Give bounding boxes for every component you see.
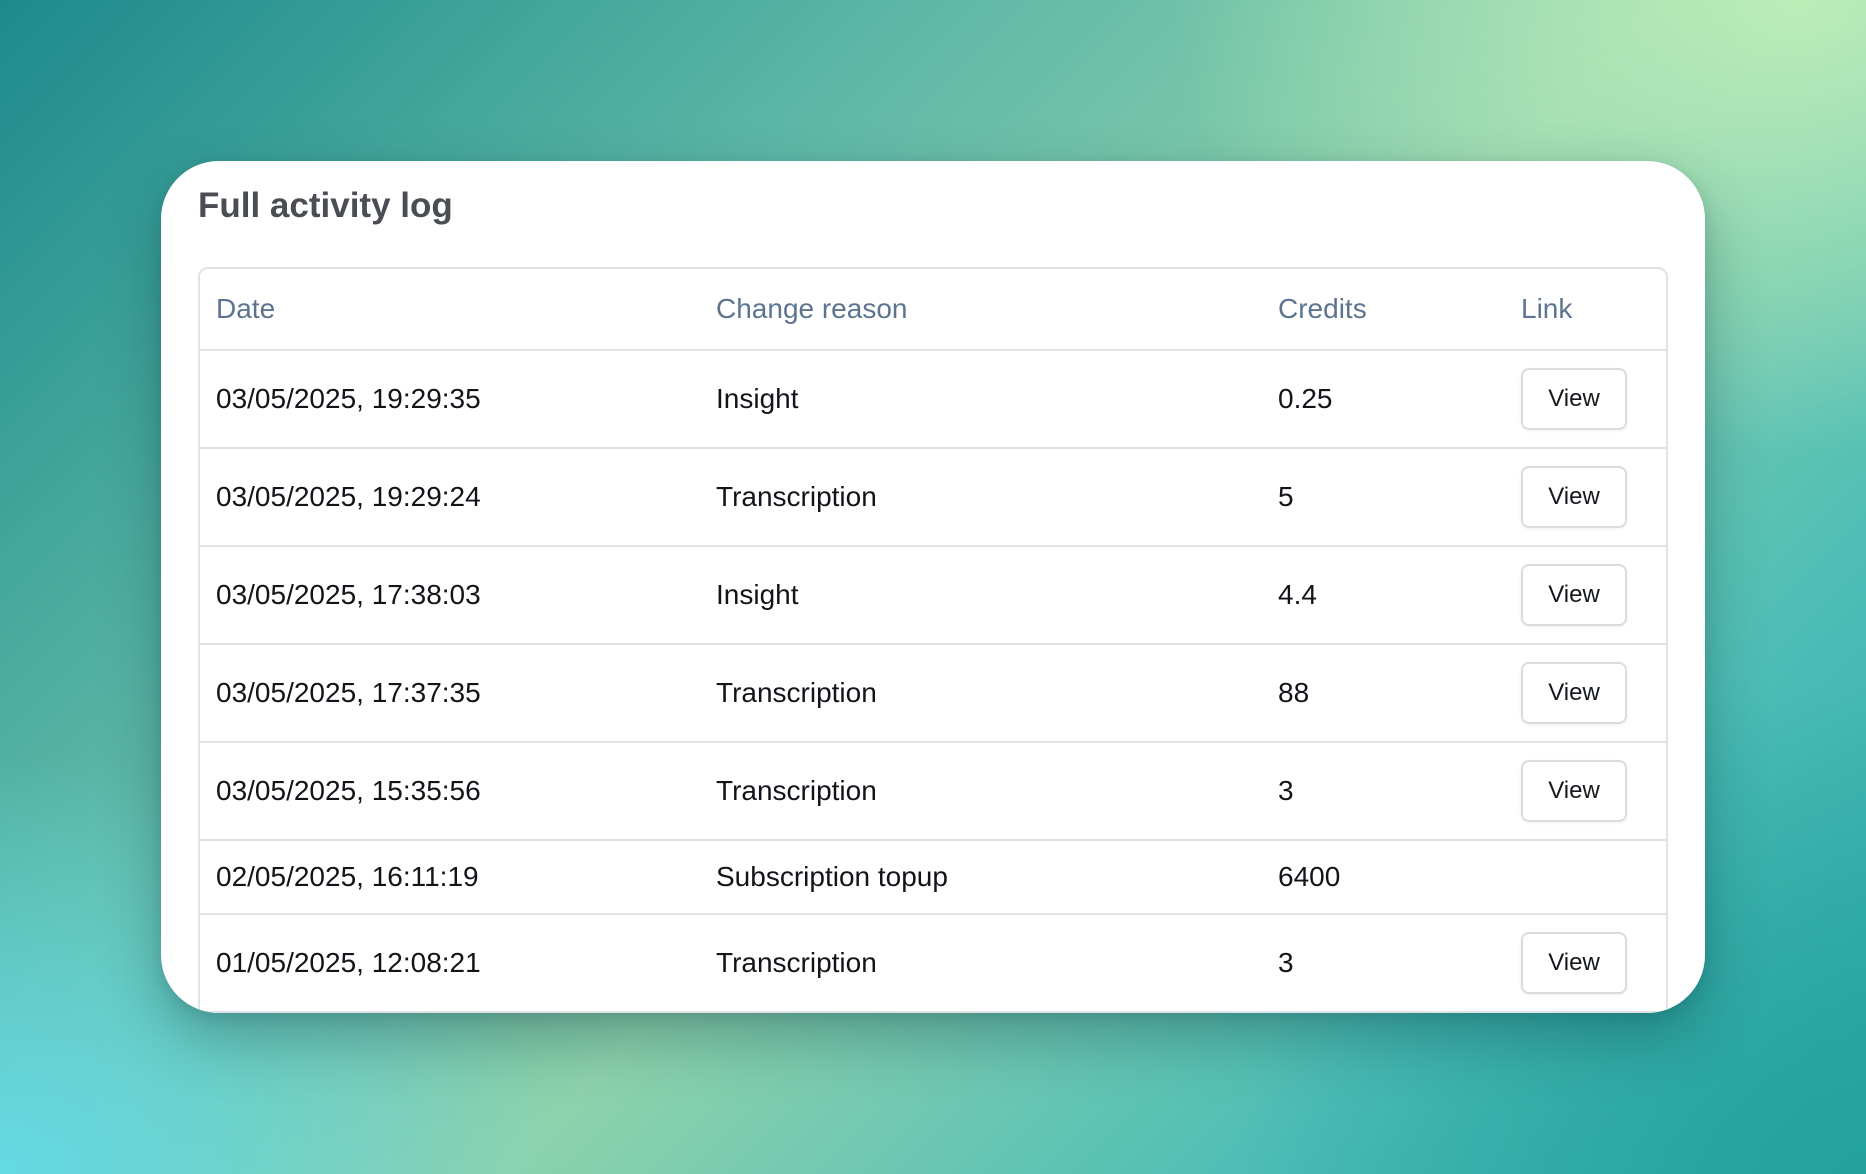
view-button[interactable]: View bbox=[1521, 564, 1627, 626]
cell-credits: 3 bbox=[1262, 742, 1505, 841]
cell-credits: 88 bbox=[1262, 644, 1505, 743]
activity-table: Date Change reason Credits Link 03/05/20… bbox=[200, 269, 1666, 1013]
header-change-reason: Change reason bbox=[700, 269, 1262, 351]
activity-table-container[interactable]: Date Change reason Credits Link 03/05/20… bbox=[198, 267, 1668, 1013]
cell-change-reason: Transcription bbox=[700, 914, 1262, 1013]
view-button[interactable]: View bbox=[1521, 760, 1627, 822]
cell-date: 02/05/2025, 16:11:19 bbox=[200, 840, 700, 915]
activity-log-card: Full activity log Date Change reason Cre… bbox=[161, 161, 1705, 1013]
cell-date: 03/05/2025, 15:35:56 bbox=[200, 742, 700, 841]
cell-link: View bbox=[1505, 742, 1666, 841]
cell-change-reason: Transcription bbox=[700, 742, 1262, 841]
cell-credits: 6400 bbox=[1262, 840, 1505, 915]
cell-credits: 4.4 bbox=[1262, 546, 1505, 645]
cell-change-reason: Transcription bbox=[700, 644, 1262, 743]
cell-change-reason: Insight bbox=[700, 350, 1262, 449]
cell-credits: 0.25 bbox=[1262, 350, 1505, 449]
view-button[interactable]: View bbox=[1521, 932, 1627, 994]
view-button[interactable]: View bbox=[1521, 368, 1627, 430]
table-row: 03/05/2025, 19:29:24 Transcription 5 Vie… bbox=[200, 448, 1666, 547]
header-credits: Credits bbox=[1262, 269, 1505, 351]
cell-link-empty bbox=[1505, 840, 1666, 915]
table-row: 03/05/2025, 19:29:35 Insight 0.25 View bbox=[200, 350, 1666, 449]
cell-change-reason: Insight bbox=[700, 546, 1262, 645]
cell-date: 01/05/2025, 12:08:21 bbox=[200, 914, 700, 1013]
cell-date: 03/05/2025, 17:37:35 bbox=[200, 644, 700, 743]
cell-link: View bbox=[1505, 448, 1666, 547]
header-date: Date bbox=[200, 269, 700, 351]
cell-link: View bbox=[1505, 644, 1666, 743]
cell-change-reason: Transcription bbox=[700, 448, 1262, 547]
cell-link: View bbox=[1505, 350, 1666, 449]
table-row: 03/05/2025, 15:35:56 Transcription 3 Vie… bbox=[200, 742, 1666, 841]
table-row: 01/05/2025, 12:08:21 Transcription 3 Vie… bbox=[200, 914, 1666, 1013]
cell-date: 03/05/2025, 17:38:03 bbox=[200, 546, 700, 645]
table-row: 03/05/2025, 17:37:35 Transcription 88 Vi… bbox=[200, 644, 1666, 743]
table-row: 03/05/2025, 17:38:03 Insight 4.4 View bbox=[200, 546, 1666, 645]
card-title: Full activity log bbox=[198, 186, 453, 225]
view-button[interactable]: View bbox=[1521, 466, 1627, 528]
cell-link: View bbox=[1505, 546, 1666, 645]
cell-change-reason: Subscription topup bbox=[700, 840, 1262, 915]
header-link: Link bbox=[1505, 269, 1666, 351]
cell-credits: 3 bbox=[1262, 914, 1505, 1013]
cell-date: 03/05/2025, 19:29:24 bbox=[200, 448, 700, 547]
table-row: 02/05/2025, 16:11:19 Subscription topup … bbox=[200, 840, 1666, 915]
cell-link: View bbox=[1505, 914, 1666, 1013]
view-button[interactable]: View bbox=[1521, 662, 1627, 724]
table-header-row: Date Change reason Credits Link bbox=[200, 269, 1666, 351]
cell-date: 03/05/2025, 19:29:35 bbox=[200, 350, 700, 449]
cell-credits: 5 bbox=[1262, 448, 1505, 547]
